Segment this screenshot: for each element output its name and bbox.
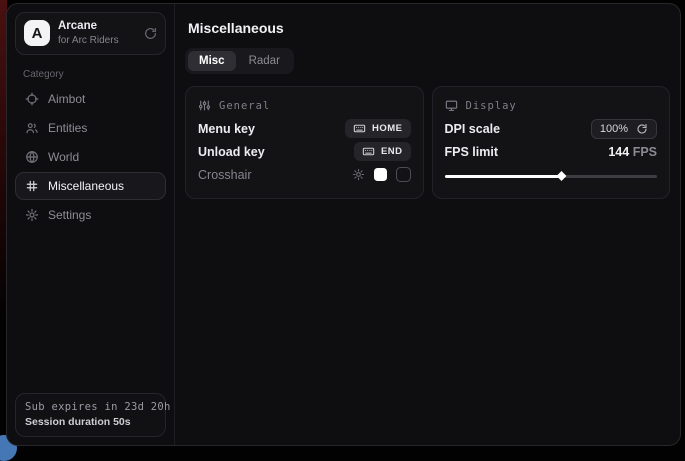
- sidebar-item-entities[interactable]: Entities: [15, 114, 166, 142]
- app-window: A Arcane for Arc Riders Category Aimbot: [6, 3, 681, 446]
- sliders-icon: [198, 99, 211, 112]
- display-card: Display DPI scale 100% FPS limit: [432, 86, 671, 199]
- fps-unit: FPS: [633, 145, 657, 159]
- crosshair-controls: [352, 167, 411, 182]
- crosshair-checkbox[interactable]: [396, 167, 411, 182]
- dpi-scale-label: DPI scale: [445, 122, 501, 136]
- menu-key-button[interactable]: HOME: [345, 119, 411, 138]
- fps-limit-slider[interactable]: [445, 170, 658, 182]
- general-card: General Menu key HOME Unload key: [185, 86, 424, 199]
- page-title: Miscellaneous: [188, 20, 670, 36]
- sidebar-item-label: Entities: [48, 121, 87, 135]
- keyboard-icon: [353, 122, 366, 135]
- crosshair-row: Crosshair: [198, 163, 411, 186]
- fps-limit-value: 144 FPS: [608, 145, 657, 159]
- category-label: Category: [23, 69, 158, 80]
- crosshair-label: Crosshair: [198, 168, 252, 182]
- slider-track[interactable]: [445, 175, 658, 178]
- general-card-title: General: [219, 100, 270, 112]
- sidebar: A Arcane for Arc Riders Category Aimbot: [7, 4, 175, 445]
- entities-icon: [25, 121, 39, 135]
- general-card-header: General: [198, 99, 411, 112]
- sidebar-item-miscellaneous[interactable]: Miscellaneous: [15, 172, 166, 200]
- crosshair-settings-icon[interactable]: [352, 168, 365, 181]
- menu-key-value: HOME: [372, 123, 403, 134]
- sidebar-nav: Aimbot Entities World: [15, 85, 166, 229]
- unload-key-button[interactable]: END: [354, 142, 411, 161]
- unload-key-row: Unload key END: [198, 140, 411, 163]
- tab-radar[interactable]: Radar: [238, 51, 291, 71]
- gear-icon: [25, 208, 39, 222]
- slider-thumb[interactable]: [557, 171, 567, 181]
- sidebar-item-label: Miscellaneous: [48, 179, 124, 193]
- unload-key-label: Unload key: [198, 145, 265, 159]
- monitor-icon: [445, 99, 458, 112]
- brand-card: A Arcane for Arc Riders: [15, 12, 166, 55]
- crosshair-color-swatch[interactable]: [374, 168, 387, 181]
- sidebar-item-label: Aimbot: [48, 92, 85, 106]
- slider-fill: [445, 175, 562, 178]
- cards-row: General Menu key HOME Unload key: [185, 86, 670, 199]
- sidebar-item-settings[interactable]: Settings: [15, 201, 166, 229]
- dpi-scale-row: DPI scale 100%: [445, 117, 658, 140]
- sidebar-item-label: Settings: [48, 208, 91, 222]
- menu-key-row: Menu key HOME: [198, 117, 411, 140]
- rotate-icon: [636, 123, 648, 135]
- dpi-scale-value: 100%: [600, 123, 628, 135]
- sync-icon[interactable]: [144, 27, 157, 40]
- globe-icon: [25, 150, 39, 164]
- display-card-header: Display: [445, 99, 658, 112]
- brand-logo: A: [24, 20, 50, 46]
- dpi-scale-button[interactable]: 100%: [591, 119, 657, 139]
- crosshair-icon: [25, 92, 39, 106]
- sidebar-item-aimbot[interactable]: Aimbot: [15, 85, 166, 113]
- grid-icon: [25, 179, 39, 193]
- main-panel: Miscellaneous Misc Radar General: [175, 4, 680, 445]
- sidebar-item-label: World: [48, 150, 79, 164]
- session-duration-text: Session duration 50s: [25, 416, 156, 428]
- display-card-title: Display: [466, 100, 517, 112]
- tab-bar: Misc Radar: [185, 48, 294, 74]
- fps-limit-row: FPS limit 144 FPS: [445, 140, 658, 163]
- fps-limit-label: FPS limit: [445, 145, 498, 159]
- keyboard-icon: [362, 145, 375, 158]
- subscription-card: Sub expires in 23d 20h Session duration …: [15, 393, 166, 437]
- sidebar-item-world[interactable]: World: [15, 143, 166, 171]
- brand-text: Arcane for Arc Riders: [58, 20, 119, 47]
- tab-misc[interactable]: Misc: [188, 51, 236, 71]
- unload-key-value: END: [381, 146, 403, 157]
- brand-subtitle: for Arc Riders: [58, 35, 119, 47]
- sub-expiry-text: Sub expires in 23d 20h: [25, 401, 156, 413]
- brand-name: Arcane: [58, 20, 119, 34]
- menu-key-label: Menu key: [198, 122, 255, 136]
